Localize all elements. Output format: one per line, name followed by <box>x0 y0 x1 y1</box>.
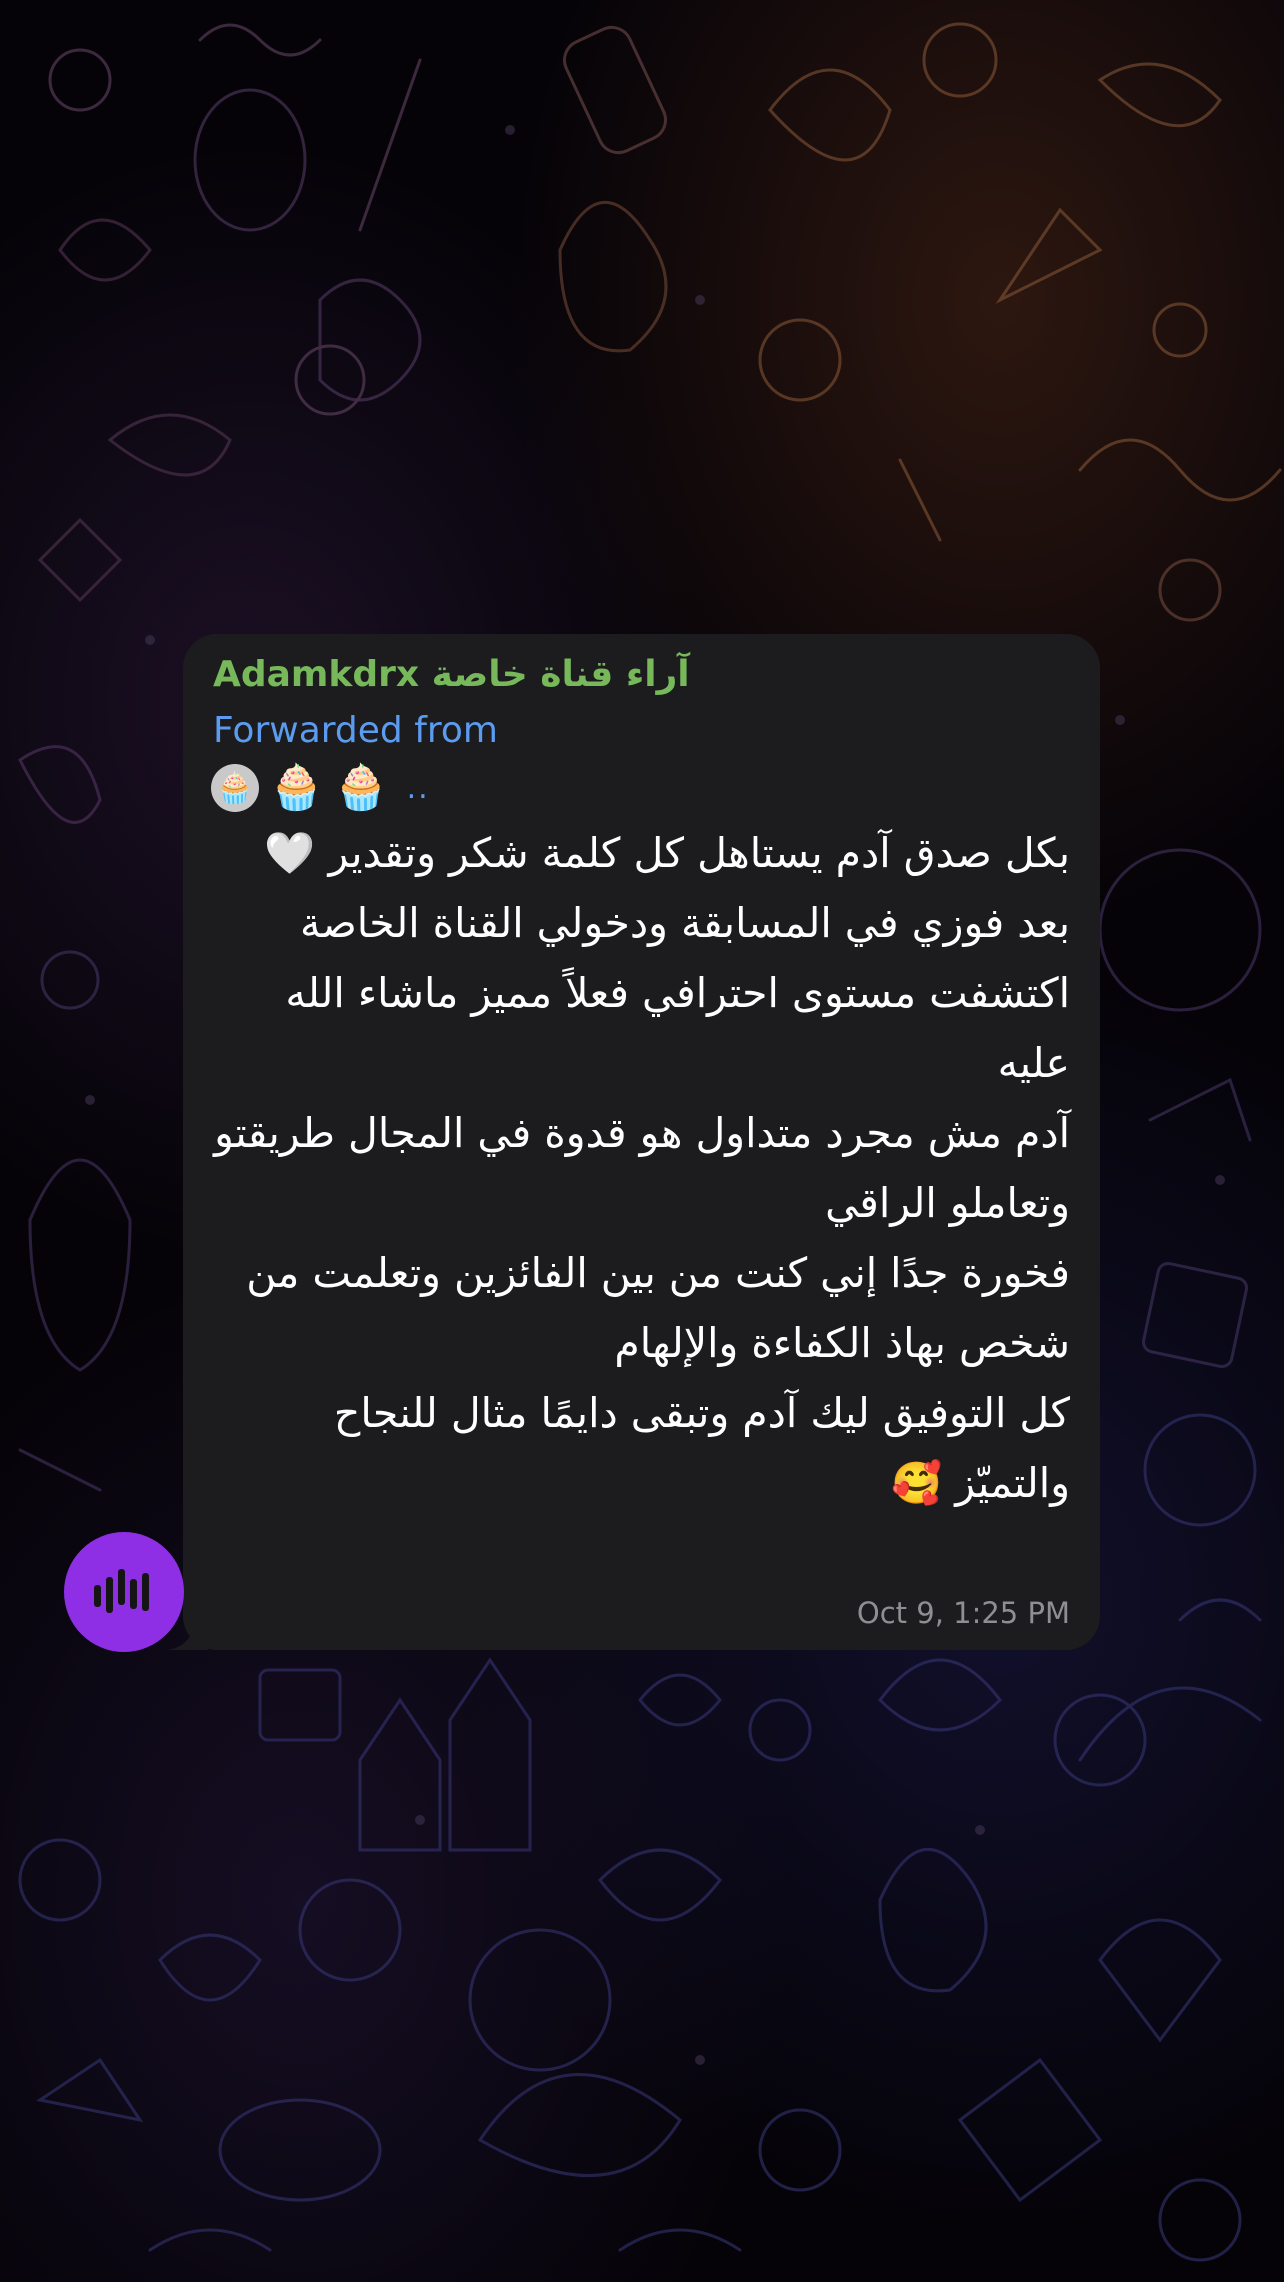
cupcake-icon: 🧁 <box>333 762 389 813</box>
forwarded-channel-name[interactable]: Adamkdrx آراء قناة خاصة <box>213 654 1070 695</box>
forwarded-from-label[interactable]: Forwarded from <box>213 710 498 751</box>
forwarder-avatar: 🧁 <box>211 764 259 812</box>
forwarded-more-indicator: .. <box>406 770 430 806</box>
waveform-icon <box>94 1569 149 1613</box>
chat-screen: Adamkdrx آراء قناة خاصة Forwarded from 🧁… <box>0 0 1284 2282</box>
message-timestamp: Oct 9, 1:25 PM <box>856 1596 1070 1630</box>
forwarded-from-avatars[interactable]: 🧁 🧁 🧁 .. <box>211 758 430 818</box>
cupcake-icon: 🧁 <box>216 770 254 806</box>
sender-avatar[interactable] <box>64 1532 184 1652</box>
message-text: بكل صدق آدم يستاهل كل كلمة شكر وتقدير 🤍 … <box>214 829 1070 1507</box>
message-bubble[interactable]: Adamkdrx آراء قناة خاصة Forwarded from 🧁… <box>183 634 1100 1650</box>
cupcake-icon: 🧁 <box>269 762 324 813</box>
